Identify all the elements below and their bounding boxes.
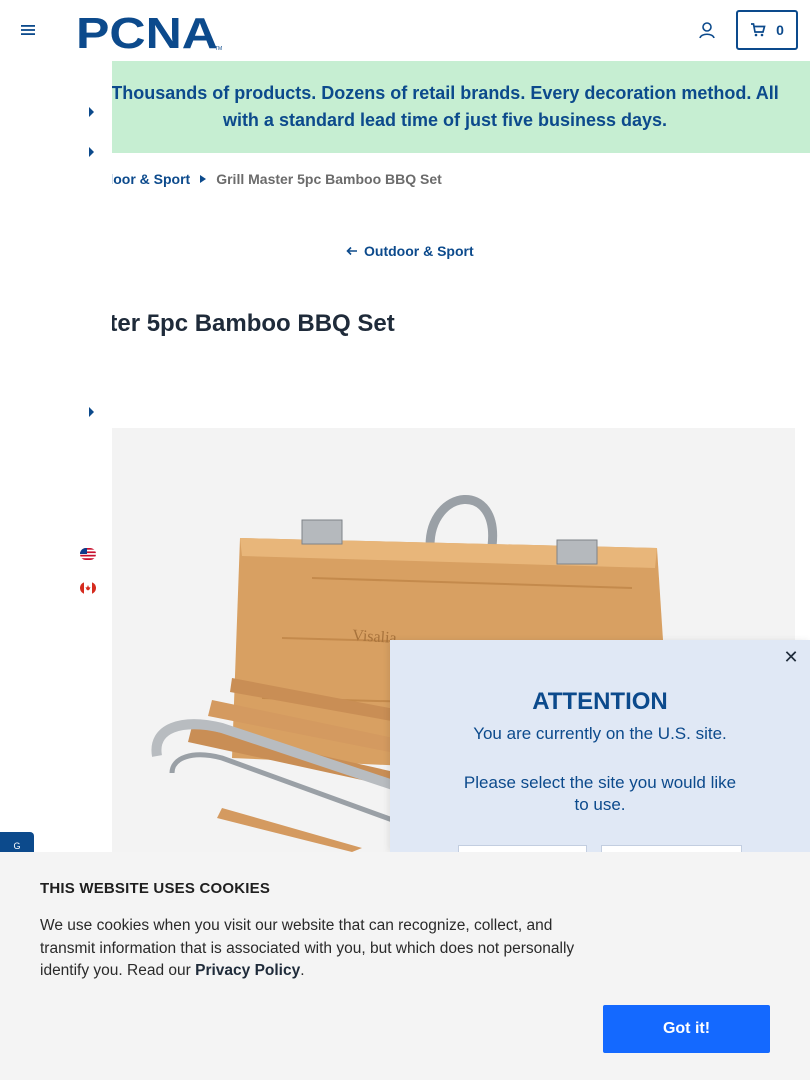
site-selector-modal: ✕ ATTENTION You are currently on the U.S… [390, 640, 810, 857]
back-to-category-link[interactable]: Outdoor & Sport [346, 243, 474, 259]
hamburger-menu-icon[interactable] [19, 21, 37, 39]
svg-text:TM: TM [215, 46, 222, 52]
cart-button[interactable]: 0 [736, 10, 798, 50]
cart-count: 0 [776, 22, 784, 38]
product-title: ster 5pc Bamboo BBQ Set [96, 310, 395, 337]
svg-text:PCNA: PCNA [76, 10, 218, 52]
chevron-right-icon[interactable] [88, 107, 96, 117]
back-link-label: Outdoor & Sport [364, 243, 474, 259]
chevron-right-icon[interactable] [88, 147, 96, 157]
canada-flag-icon[interactable] [80, 582, 96, 594]
cookie-title: THIS WEBSITE USES COOKIES [40, 880, 271, 897]
us-flag-icon[interactable] [80, 548, 96, 560]
site-header: PCNA TM 0 [0, 0, 810, 60]
accept-cookies-button[interactable]: Got it! [603, 1005, 770, 1053]
pcna-logo[interactable]: PCNA TM [76, 10, 226, 52]
cart-icon [751, 23, 766, 37]
cookie-banner: THIS WEBSITE USES COOKIES We use cookies… [0, 852, 810, 1080]
breadcrumb-separator-icon [200, 175, 207, 183]
promo-text: Thousands of products. Dozens of retail … [111, 83, 779, 130]
breadcrumb-parent-link[interactable]: tdoor & Sport [100, 171, 190, 187]
cookie-body: We use cookies when you visit our websit… [40, 917, 575, 979]
cookie-text: We use cookies when you visit our websit… [40, 915, 605, 983]
privacy-policy-link[interactable]: Privacy Policy [195, 962, 300, 979]
breadcrumb: tdoor & Sport Grill Master 5pc Bamboo BB… [100, 171, 442, 187]
account-icon[interactable] [698, 20, 716, 40]
chevron-right-icon[interactable] [88, 407, 96, 417]
attention-title: ATTENTION [532, 688, 668, 715]
arrow-left-icon [346, 246, 357, 256]
attention-prompt: Please select the site you would like to… [463, 773, 737, 814]
breadcrumb-current: Grill Master 5pc Bamboo BBQ Set [216, 171, 442, 187]
side-menu-panel [0, 60, 112, 852]
promo-banner: Thousands of products. Dozens of retail … [90, 61, 810, 153]
cookie-period: . [300, 962, 305, 979]
close-icon[interactable]: ✕ [782, 648, 800, 666]
attention-message: You are currently on the U.S. site. [473, 724, 727, 743]
